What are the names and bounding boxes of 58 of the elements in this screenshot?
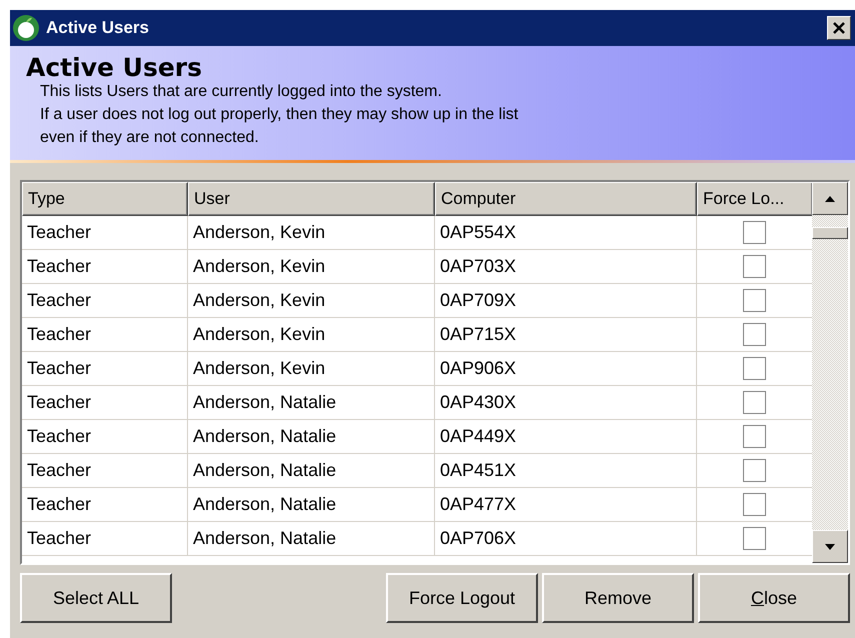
table-cell: Teacher — [22, 250, 188, 284]
scroll-down-icon[interactable] — [812, 530, 848, 563]
table-cell: 0AP430X — [435, 386, 697, 420]
table-cell: 0AP477X — [435, 488, 697, 522]
force-logout-checkbox[interactable] — [743, 357, 766, 380]
table-cell: 0AP709X — [435, 284, 697, 318]
header-title: Active Users — [26, 56, 203, 80]
table-cell: Teacher — [22, 216, 188, 250]
dialog-button[interactable]: Remove — [542, 573, 694, 623]
table-cell: Anderson, Kevin — [188, 352, 435, 386]
table-cell: 0AP906X — [435, 352, 697, 386]
table-cell: Anderson, Natalie — [188, 454, 435, 488]
table-cell: Teacher — [22, 386, 188, 420]
close-icon[interactable] — [827, 16, 851, 40]
force-logout-checkbox[interactable] — [743, 289, 766, 312]
description-text: This lists Users that are currently logged into the system. — [40, 82, 443, 102]
window-title: Active Users — [46, 18, 150, 38]
table-cell: Teacher — [22, 488, 188, 522]
scroll-up-icon[interactable] — [812, 182, 848, 215]
table-cell: Teacher — [22, 420, 188, 454]
force-logout-checkbox[interactable] — [743, 391, 766, 414]
table-cell: Teacher — [22, 284, 188, 318]
force-logout-checkbox[interactable] — [743, 493, 766, 516]
scroll-thumb[interactable] — [812, 227, 848, 239]
dialog-button[interactable]: Select ALL — [20, 573, 172, 623]
description-text: even if they are not connected. — [40, 128, 260, 148]
column-header[interactable]: User — [188, 182, 435, 216]
force-logout-checkbox[interactable] — [743, 527, 766, 550]
table-cell: Teacher — [22, 454, 188, 488]
table-cell: Anderson, Natalie — [188, 420, 435, 454]
table-cell: Anderson, Kevin — [188, 318, 435, 352]
dialog-button[interactable]: Close — [698, 573, 850, 623]
apple-icon — [12, 14, 40, 42]
table-cell: Anderson, Natalie — [188, 522, 435, 556]
table-cell: Anderson, Natalie — [188, 386, 435, 420]
table-cell: 0AP703X — [435, 250, 697, 284]
table-cell: 0AP554X — [435, 216, 697, 250]
force-logout-checkbox[interactable] — [743, 221, 766, 244]
table-cell: Teacher — [22, 318, 188, 352]
table-cell: Anderson, Kevin — [188, 250, 435, 284]
description-text: If a user does not log out properly, then they may show up in the list — [40, 105, 520, 125]
table-cell: Teacher — [22, 352, 188, 386]
table-cell: Anderson, Kevin — [188, 216, 435, 250]
force-logout-checkbox[interactable] — [743, 425, 766, 448]
column-header[interactable]: Force Lo... — [697, 182, 812, 216]
table-cell: Anderson, Natalie — [188, 488, 435, 522]
force-logout-checkbox[interactable] — [743, 459, 766, 482]
dialog-button[interactable]: Force Logout — [386, 573, 538, 623]
table-cell: 0AP451X — [435, 454, 697, 488]
table-cell: Anderson, Kevin — [188, 284, 435, 318]
column-header[interactable]: Type — [22, 182, 188, 216]
table-cell: Teacher — [22, 522, 188, 556]
table-cell: 0AP715X — [435, 318, 697, 352]
table-cell: 0AP449X — [435, 420, 697, 454]
force-logout-checkbox[interactable] — [743, 323, 766, 346]
column-header[interactable]: Computer — [435, 182, 697, 216]
force-logout-checkbox[interactable] — [743, 255, 766, 278]
table-cell: 0AP706X — [435, 522, 697, 556]
